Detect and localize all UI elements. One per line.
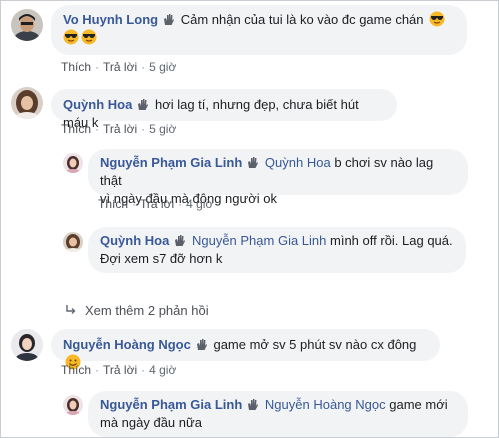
wave-hand-icon bbox=[246, 156, 259, 169]
avatar[interactable] bbox=[11, 329, 43, 361]
timestamp[interactable]: 4 giờ bbox=[149, 363, 176, 377]
wave-hand-icon bbox=[246, 398, 259, 411]
comment-bubble: Nguyễn Hoàng Ngọc game mở sv 5 phút sv n… bbox=[51, 329, 440, 370]
mention-link[interactable]: Nguyễn Phạm Gia Linh bbox=[192, 233, 326, 248]
sunglasses-emoji-icon bbox=[81, 29, 97, 45]
commenter-name[interactable]: Nguyễn Phạm Gia Linh bbox=[100, 397, 242, 412]
timestamp[interactable]: 5 giờ bbox=[149, 122, 176, 136]
mention-link[interactable]: Quỳnh Hoa bbox=[265, 155, 331, 170]
comment-actions: Thích · Trả lời · 4 giờ bbox=[61, 363, 177, 377]
reply-link[interactable]: Trả lời bbox=[103, 363, 137, 377]
commenter-name[interactable]: Nguyễn Hoàng Ngọc bbox=[63, 337, 191, 352]
reply-link[interactable]: Trả lời bbox=[103, 60, 137, 74]
reply-bubble: Nguyễn Phạm Gia Linh Quỳnh Hoa b chơi sv… bbox=[88, 149, 468, 206]
comment-bubble: Vo Huynh Long Cảm nhận của tui là ko vào… bbox=[51, 5, 467, 55]
sunglasses-emoji-icon bbox=[63, 29, 79, 45]
commenter-name[interactable]: Vo Huynh Long bbox=[63, 12, 158, 27]
reply-link[interactable]: Trả lời bbox=[140, 197, 174, 211]
avatar[interactable] bbox=[63, 153, 83, 173]
comment-bubble: Quỳnh Hoa hơi lag tí, nhưng đẹp, chưa bi… bbox=[51, 89, 397, 130]
comment-text: game mới bbox=[389, 397, 448, 412]
like-link[interactable]: Thích bbox=[61, 122, 91, 136]
commenter-name[interactable]: Quỳnh Hoa bbox=[100, 233, 169, 248]
mention-link[interactable]: Nguyễn Hoàng Ngọc bbox=[265, 397, 386, 412]
wave-hand-icon bbox=[173, 234, 186, 247]
wave-hand-icon bbox=[136, 98, 149, 111]
like-link[interactable]: Thích bbox=[61, 363, 91, 377]
comment-actions: Thích · Trả lời · 5 giờ bbox=[61, 60, 177, 74]
view-more-replies-link[interactable]: Xem thêm 2 phản hồi bbox=[65, 303, 209, 318]
commenter-name[interactable]: Nguyễn Phạm Gia Linh bbox=[100, 155, 242, 170]
view-more-label: Xem thêm 2 phản hồi bbox=[85, 303, 209, 318]
avatar[interactable] bbox=[63, 232, 83, 252]
timestamp[interactable]: 5 giờ bbox=[149, 60, 176, 74]
comment-text: Đợi xem s7 đỡ hơn k bbox=[100, 251, 223, 266]
like-link[interactable]: Thích bbox=[98, 197, 128, 211]
reply-arrow-icon bbox=[65, 304, 77, 316]
like-link[interactable]: Thích bbox=[61, 60, 91, 74]
wave-hand-icon bbox=[195, 338, 208, 351]
comment-actions: Thích · Trả lời · 5 giờ bbox=[61, 122, 177, 136]
sunglasses-emoji-icon bbox=[429, 11, 445, 27]
comment-thread: Vo Huynh Long Cảm nhận của tui là ko vào… bbox=[0, 0, 499, 438]
avatar[interactable] bbox=[11, 87, 43, 119]
avatar[interactable] bbox=[63, 395, 83, 415]
comment-text: mà ngày đầu nữa bbox=[100, 415, 202, 430]
comment-text: mình off rồi. Lag quá. bbox=[330, 233, 453, 248]
reply-link[interactable]: Trả lời bbox=[103, 122, 137, 136]
avatar[interactable] bbox=[11, 9, 43, 41]
commenter-name[interactable]: Quỳnh Hoa bbox=[63, 97, 132, 112]
timestamp[interactable]: 4 giờ bbox=[186, 197, 213, 211]
comment-actions: Thích · Trả lời · 4 giờ bbox=[98, 197, 214, 211]
comment-text: game mở sv 5 phút sv nào cx đông bbox=[213, 337, 417, 352]
wave-hand-icon bbox=[162, 13, 175, 26]
reply-bubble: Quỳnh Hoa Nguyễn Phạm Gia Linh mình off … bbox=[88, 227, 466, 273]
comment-text: Cảm nhận của tui là ko vào đc game chán bbox=[180, 12, 424, 27]
reply-bubble: Nguyễn Phạm Gia Linh Nguyễn Hoàng Ngọc g… bbox=[88, 391, 468, 437]
